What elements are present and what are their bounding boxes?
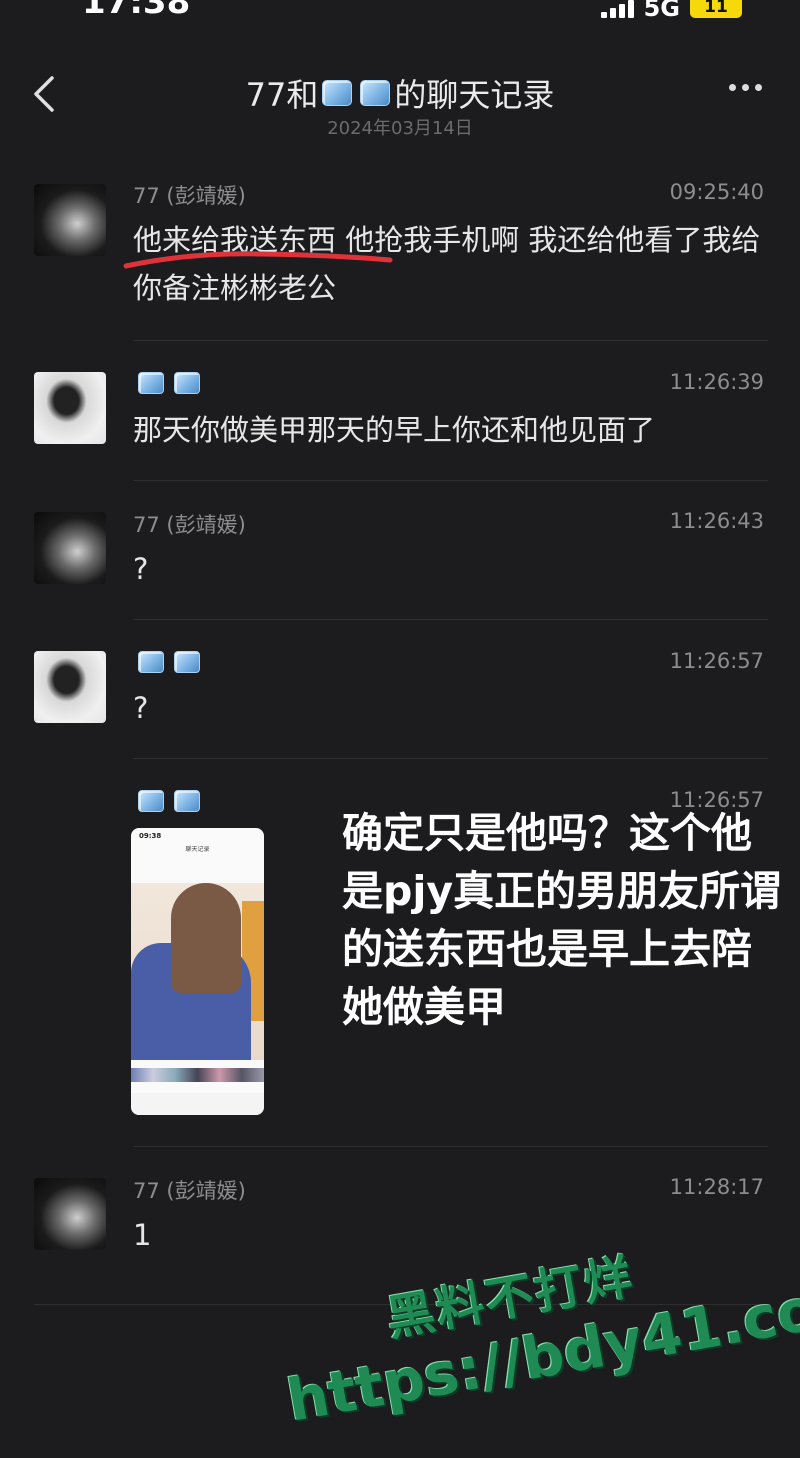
photo	[131, 883, 264, 1060]
divider	[133, 480, 768, 481]
ice-cube-icon	[174, 651, 200, 673]
sender-name	[133, 370, 205, 394]
thumbnail-toolbar	[131, 1093, 264, 1115]
network-type: 5G	[643, 0, 680, 22]
ice-cube-icon	[174, 790, 200, 812]
page-title: 77和 的聊天记录	[0, 70, 800, 116]
more-options-button[interactable]	[729, 84, 762, 91]
ice-cube-icon	[360, 80, 391, 106]
ice-cube-icon	[322, 80, 353, 106]
avatar[interactable]	[34, 651, 106, 723]
avatar[interactable]	[34, 1178, 106, 1250]
status-time: 17:38	[82, 0, 191, 22]
divider	[133, 340, 768, 341]
ice-cube-icon	[138, 372, 164, 394]
message-text: ?	[133, 552, 149, 586]
ice-cube-icon	[138, 651, 164, 673]
message-text: ?	[133, 691, 149, 725]
message-time: 11:26:39	[669, 370, 764, 394]
sender-name: 77 (彭靖媛)	[133, 184, 246, 208]
sender-name	[133, 788, 205, 812]
title-suffix: 的聊天记录	[394, 76, 555, 114]
title-prefix: 77和	[245, 76, 319, 114]
divider	[133, 758, 768, 759]
signal-icon	[600, 0, 634, 18]
status-indicators: 5G 11	[600, 0, 742, 22]
message-time: 11:26:43	[669, 509, 764, 533]
overlay-annotation-text: 确定只是他吗？这个他是pjy真正的男朋友所谓的送东西也是早上去陪她做美甲	[342, 809, 782, 1031]
battery-icon: 11	[690, 0, 742, 18]
dot-icon	[742, 84, 749, 91]
ice-cube-icon	[174, 372, 200, 394]
avatar[interactable]	[34, 372, 106, 444]
sender-name: 77 (彭靖媛)	[133, 1179, 246, 1203]
avatar[interactable]	[34, 512, 106, 584]
image-attachment[interactable]: 09:38 聊天记录	[131, 828, 264, 1115]
thumbnail-strip	[131, 1068, 264, 1082]
sender-name: 77 (彭靖媛)	[133, 513, 246, 537]
ice-cube-icon	[138, 790, 164, 812]
message-time: 11:26:57	[669, 649, 764, 673]
thumbnail-status-time: 09:38	[139, 832, 162, 840]
dot-icon	[729, 84, 736, 91]
thumbnail-title: 聊天记录	[185, 846, 210, 853]
divider	[133, 619, 768, 620]
message-text: 那天你做美甲那天的早上你还和他见面了	[133, 413, 656, 447]
sender-name	[133, 649, 205, 673]
chat-history-screen: 17:38 5G 11 77和 的聊天记录 2024年03月14日 77 (彭靖…	[0, 0, 800, 1458]
chat-date: 2024年03月14日	[327, 118, 473, 139]
avatar[interactable]	[34, 184, 106, 256]
red-underline-annotation	[123, 251, 393, 269]
message-time: 09:25:40	[669, 180, 764, 204]
dot-icon	[755, 84, 762, 91]
message-time: 11:28:17	[669, 1175, 764, 1199]
divider	[133, 1146, 768, 1147]
